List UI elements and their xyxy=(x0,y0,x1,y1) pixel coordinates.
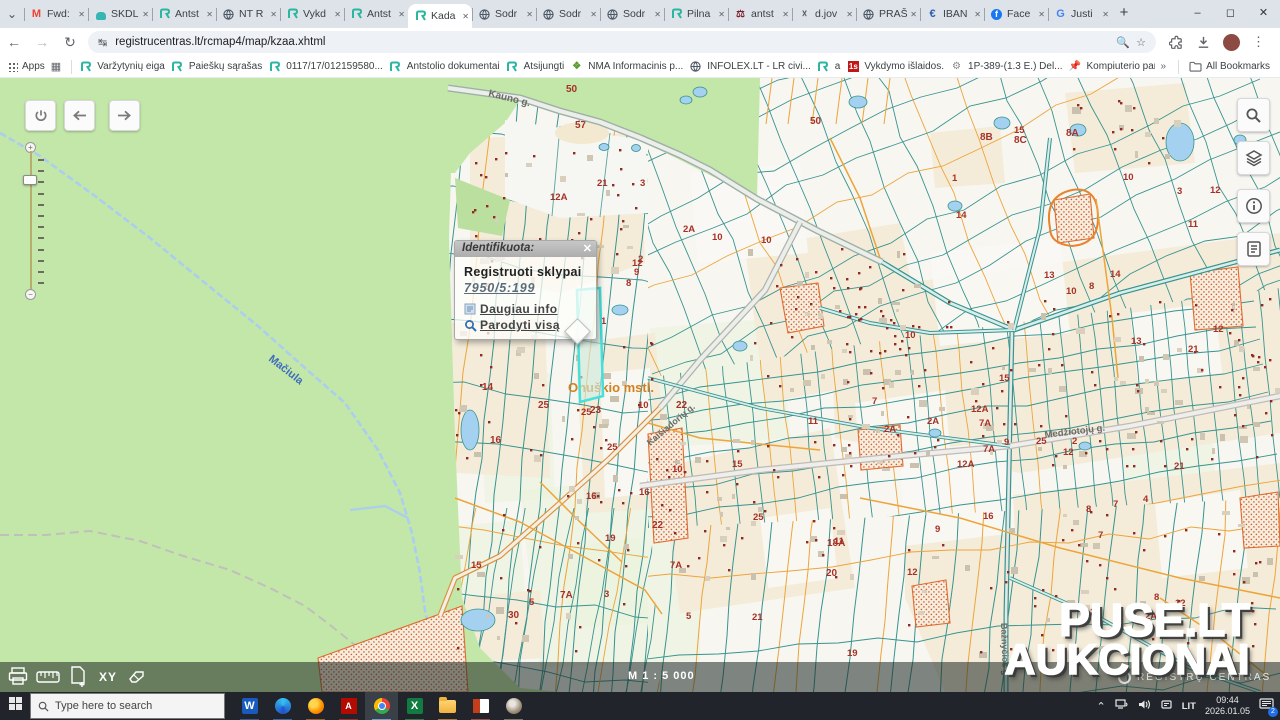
svg-text:2A: 2A xyxy=(683,224,695,235)
svg-text:25: 25 xyxy=(753,512,764,523)
svg-text:14: 14 xyxy=(1110,269,1121,280)
svg-text:2A: 2A xyxy=(927,416,939,427)
svg-text:7A: 7A xyxy=(670,560,682,571)
svg-text:3: 3 xyxy=(1177,186,1182,197)
svg-text:12A: 12A xyxy=(957,459,975,470)
svg-text:50: 50 xyxy=(566,84,578,95)
svg-text:12: 12 xyxy=(1063,447,1074,458)
svg-text:21: 21 xyxy=(597,178,608,189)
svg-text:7A: 7A xyxy=(560,590,573,601)
svg-text:2A: 2A xyxy=(884,424,896,435)
svg-text:10: 10 xyxy=(638,400,649,411)
svg-text:21: 21 xyxy=(1174,461,1185,472)
svg-text:23: 23 xyxy=(590,405,602,416)
svg-text:7: 7 xyxy=(1098,530,1103,541)
svg-text:50: 50 xyxy=(810,116,822,127)
svg-text:11: 11 xyxy=(808,416,819,427)
svg-text:7A: 7A xyxy=(983,444,995,455)
svg-text:20: 20 xyxy=(826,568,838,579)
svg-text:25: 25 xyxy=(538,400,550,411)
svg-text:15: 15 xyxy=(471,560,482,571)
svg-text:57: 57 xyxy=(575,120,587,131)
svg-text:8A: 8A xyxy=(1066,128,1079,139)
svg-text:2: 2 xyxy=(1072,436,1077,447)
svg-text:11: 11 xyxy=(1188,219,1199,230)
svg-text:9: 9 xyxy=(935,524,940,535)
svg-text:18A: 18A xyxy=(827,538,845,549)
svg-text:30: 30 xyxy=(508,610,520,621)
svg-text:8B: 8B xyxy=(980,132,993,143)
svg-text:5: 5 xyxy=(529,597,535,608)
svg-text:15: 15 xyxy=(732,459,743,470)
svg-text:14: 14 xyxy=(956,210,967,221)
svg-text:8: 8 xyxy=(1086,504,1091,515)
svg-text:10: 10 xyxy=(1066,286,1077,297)
svg-text:10: 10 xyxy=(905,330,916,341)
svg-text:3: 3 xyxy=(640,178,645,189)
svg-text:7A: 7A xyxy=(979,418,991,429)
svg-text:16: 16 xyxy=(639,487,650,498)
svg-text:8: 8 xyxy=(1089,281,1094,292)
svg-text:22: 22 xyxy=(652,520,664,531)
svg-text:13: 13 xyxy=(1044,270,1055,281)
svg-text:1: 1 xyxy=(952,173,958,184)
svg-text:25: 25 xyxy=(607,442,618,453)
svg-text:19: 19 xyxy=(847,648,858,659)
svg-text:9: 9 xyxy=(1004,437,1009,448)
svg-text:21: 21 xyxy=(1188,344,1199,355)
svg-text:12: 12 xyxy=(907,567,918,578)
svg-text:10: 10 xyxy=(712,232,723,243)
svg-text:12: 12 xyxy=(632,258,643,269)
svg-text:12: 12 xyxy=(1213,324,1224,335)
svg-text:12A: 12A xyxy=(550,192,568,203)
svg-text:15: 15 xyxy=(999,373,1010,384)
svg-text:12: 12 xyxy=(1210,185,1221,196)
svg-text:7: 7 xyxy=(872,396,877,407)
svg-text:12A: 12A xyxy=(971,404,989,415)
svg-text:3: 3 xyxy=(604,589,609,600)
svg-text:8: 8 xyxy=(626,278,631,289)
svg-text:10: 10 xyxy=(761,235,772,246)
svg-text:16: 16 xyxy=(983,511,994,522)
svg-text:8C: 8C xyxy=(1014,135,1027,146)
svg-text:16: 16 xyxy=(490,435,502,446)
svg-text:16: 16 xyxy=(586,491,597,502)
svg-text:14: 14 xyxy=(482,382,494,393)
svg-text:10: 10 xyxy=(672,464,683,475)
svg-text:4: 4 xyxy=(1143,494,1149,505)
svg-text:19: 19 xyxy=(605,533,616,544)
svg-text:5: 5 xyxy=(686,611,692,622)
svg-text:7: 7 xyxy=(1113,499,1118,510)
svg-text:21: 21 xyxy=(752,612,763,623)
svg-text:13: 13 xyxy=(1131,336,1142,347)
svg-text:10: 10 xyxy=(1123,172,1134,183)
